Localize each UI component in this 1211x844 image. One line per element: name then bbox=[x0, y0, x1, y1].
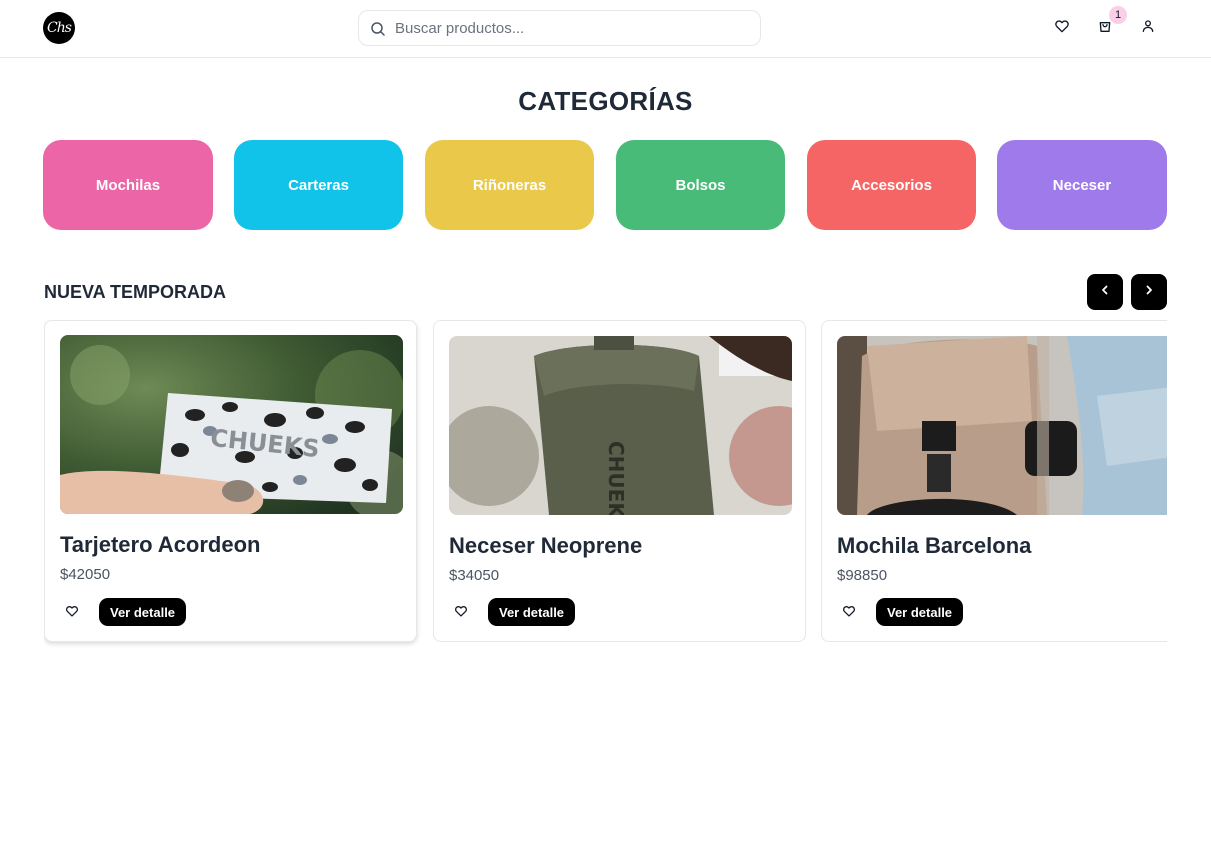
heart-icon bbox=[65, 605, 79, 622]
product-card: CHUEKS Tarjetero Acordeon $42050 Ver det… bbox=[44, 320, 417, 642]
product-name[interactable]: Mochila Barcelona bbox=[837, 533, 1031, 559]
category-carteras[interactable]: Carteras bbox=[234, 140, 403, 230]
carousel-next-button[interactable] bbox=[1131, 274, 1167, 310]
category-label: Accesorios bbox=[851, 176, 932, 194]
heart-icon bbox=[842, 605, 856, 622]
product-image-brand: CHUEKS bbox=[604, 441, 628, 515]
product-carousel: CHUEKS Tarjetero Acordeon $42050 Ver det… bbox=[44, 320, 1167, 650]
product-card: Mochila Barcelona $98850 Ver detalle bbox=[821, 320, 1167, 642]
account-button[interactable] bbox=[1138, 18, 1158, 38]
search-input[interactable] bbox=[395, 11, 755, 45]
product-image: CHUEKS bbox=[60, 335, 403, 514]
cart-count-badge: 1 bbox=[1109, 6, 1127, 24]
heart-icon bbox=[454, 605, 468, 622]
add-to-wishlist-button[interactable] bbox=[454, 604, 470, 620]
wishlist-button[interactable] bbox=[1052, 18, 1072, 38]
search-bar bbox=[358, 10, 761, 46]
add-to-wishlist-button[interactable] bbox=[65, 604, 81, 620]
heart-icon bbox=[1054, 18, 1070, 39]
product-price: $42050 bbox=[60, 566, 111, 583]
view-detail-button[interactable]: Ver detalle bbox=[99, 598, 187, 626]
product-name[interactable]: Neceser Neoprene bbox=[449, 533, 642, 559]
category-label: Bolsos bbox=[675, 176, 726, 194]
carousel-prev-button[interactable] bbox=[1087, 274, 1123, 310]
chevron-right-icon bbox=[1143, 283, 1155, 301]
product-image bbox=[837, 336, 1167, 515]
category-label: Mochilas bbox=[95, 176, 161, 194]
product-price: $34050 bbox=[449, 567, 500, 584]
product-name[interactable]: Tarjetero Acordeon bbox=[60, 532, 260, 558]
product-card: CHUEKS Neceser Neoprene $34050 Ver detal… bbox=[433, 320, 806, 642]
category-neceser[interactable]: Neceser bbox=[997, 140, 1167, 230]
categories-title: CATEGORÍAS bbox=[518, 86, 693, 116]
top-header: Chs 1 bbox=[0, 0, 1211, 58]
product-price: $98850 bbox=[837, 567, 888, 584]
category-label: Carteras bbox=[288, 176, 349, 194]
category-accesorios[interactable]: Accesorios bbox=[807, 140, 976, 230]
search-icon bbox=[370, 21, 386, 37]
add-to-wishlist-button[interactable] bbox=[842, 604, 858, 620]
product-image: CHUEKS bbox=[449, 336, 792, 515]
brand-logo[interactable]: Chs bbox=[43, 12, 75, 44]
user-icon bbox=[1140, 18, 1156, 39]
category-mochilas[interactable]: Mochilas bbox=[43, 140, 213, 230]
view-detail-button[interactable]: Ver detalle bbox=[488, 598, 576, 626]
category-label: Neceser bbox=[1052, 176, 1112, 194]
category-rinoneras[interactable]: Riñoneras bbox=[425, 140, 594, 230]
new-season-title: NUEVA TEMPORADA bbox=[44, 282, 227, 302]
chevron-left-icon bbox=[1099, 283, 1111, 301]
category-bolsos[interactable]: Bolsos bbox=[616, 140, 785, 230]
category-label: Riñoneras bbox=[472, 176, 547, 194]
view-detail-button[interactable]: Ver detalle bbox=[876, 598, 964, 626]
